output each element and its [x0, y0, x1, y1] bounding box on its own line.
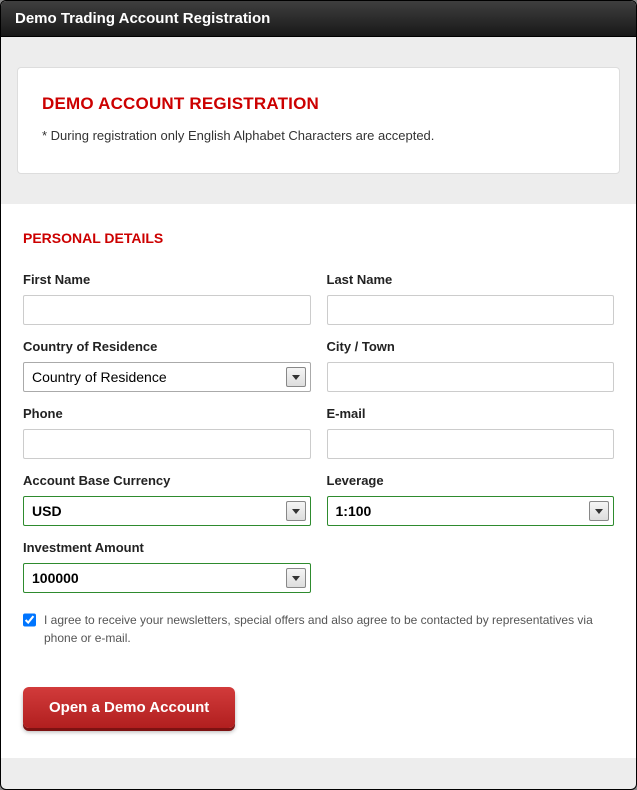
notice-title: DEMO ACCOUNT REGISTRATION — [42, 94, 595, 114]
notice-text: * During registration only English Alpha… — [42, 128, 595, 143]
label-country: Country of Residence — [23, 339, 311, 354]
label-first-name: First Name — [23, 272, 311, 287]
email-input[interactable] — [327, 429, 615, 459]
form-area: PERSONAL DETAILS First Name Last Name Co… — [1, 204, 636, 758]
first-name-input[interactable] — [23, 295, 311, 325]
registration-window: Demo Trading Account Registration DEMO A… — [0, 0, 637, 790]
currency-select[interactable]: USD — [23, 496, 311, 526]
label-phone: Phone — [23, 406, 311, 421]
chevron-down-icon — [286, 568, 306, 588]
consent-checkbox[interactable] — [23, 613, 36, 627]
label-currency: Account Base Currency — [23, 473, 311, 488]
city-input[interactable] — [327, 362, 615, 392]
leverage-select-value: 1:100 — [336, 503, 372, 519]
investment-select-value: 100000 — [32, 570, 79, 586]
label-investment: Investment Amount — [23, 540, 311, 555]
section-personal-details: PERSONAL DETAILS — [23, 230, 614, 246]
notice-card: DEMO ACCOUNT REGISTRATION * During regis… — [17, 67, 620, 174]
investment-select[interactable]: 100000 — [23, 563, 311, 593]
label-last-name: Last Name — [327, 272, 615, 287]
consent-text: I agree to receive your newsletters, spe… — [44, 611, 614, 647]
country-select[interactable]: Country of Residence — [23, 362, 311, 392]
leverage-select[interactable]: 1:100 — [327, 496, 615, 526]
phone-input[interactable] — [23, 429, 311, 459]
country-select-value: Country of Residence — [32, 369, 167, 385]
label-leverage: Leverage — [327, 473, 615, 488]
chevron-down-icon — [589, 501, 609, 521]
label-email: E-mail — [327, 406, 615, 421]
top-panel: DEMO ACCOUNT REGISTRATION * During regis… — [1, 37, 636, 174]
chevron-down-icon — [286, 367, 306, 387]
label-city: City / Town — [327, 339, 615, 354]
window-title: Demo Trading Account Registration — [1, 1, 636, 37]
consent-row: I agree to receive your newsletters, spe… — [23, 611, 614, 647]
currency-select-value: USD — [32, 503, 62, 519]
last-name-input[interactable] — [327, 295, 615, 325]
open-demo-account-button[interactable]: Open a Demo Account — [23, 687, 235, 728]
chevron-down-icon — [286, 501, 306, 521]
